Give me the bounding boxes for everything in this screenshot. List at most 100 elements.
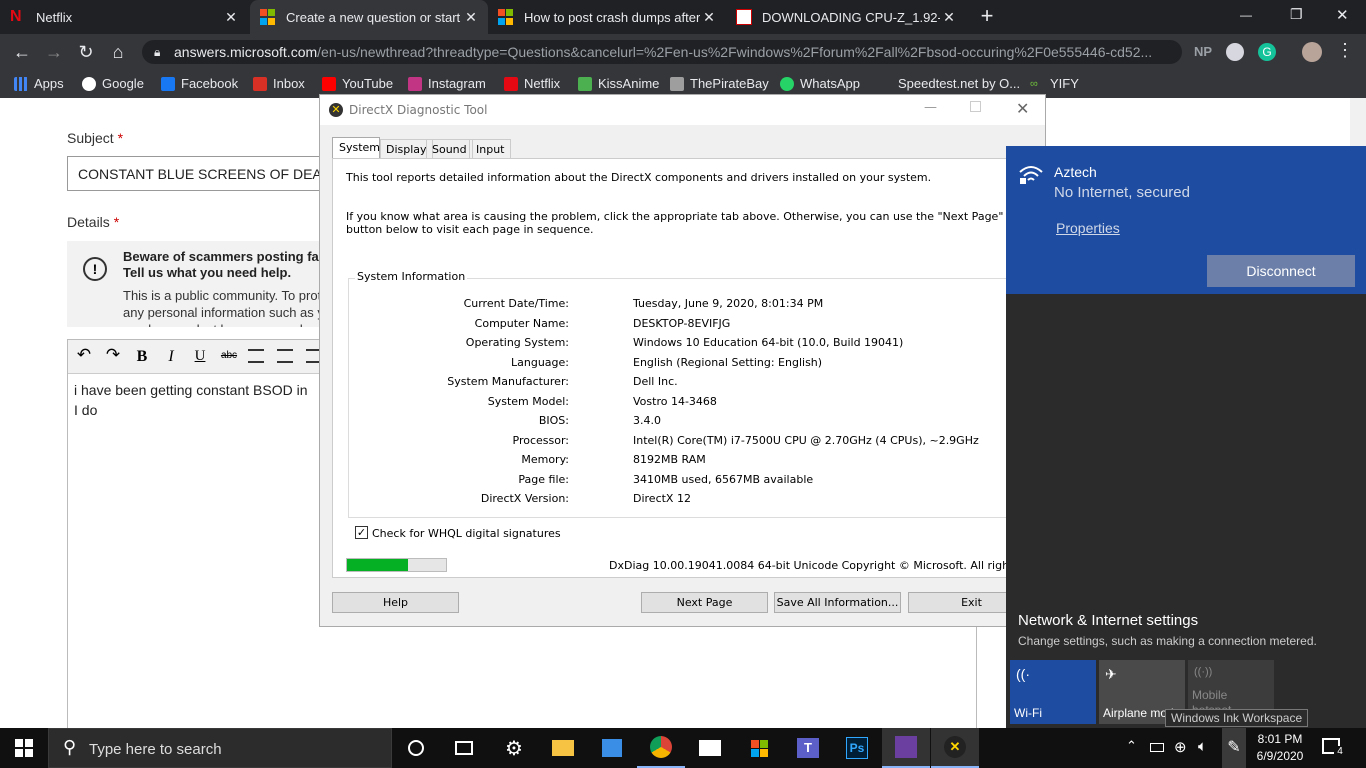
align-left-icon[interactable] — [248, 349, 264, 363]
system-info-value: DirectX 12 — [633, 492, 691, 505]
intro-text: This tool reports detailed information a… — [346, 171, 932, 184]
grammarly-icon[interactable]: G — [1258, 43, 1276, 61]
gmail-icon — [253, 76, 267, 91]
teams-icon[interactable]: T — [784, 728, 832, 768]
tab-cpu-z[interactable]: DOWNLOADING CPU-Z_1.92-EN ✕ — [726, 0, 966, 34]
bookmark-kissanime[interactable]: KissAnime — [578, 76, 659, 91]
clock[interactable]: 8:01 PM 6/9/2020 — [1252, 731, 1308, 765]
pen-workspace-icon[interactable]: ✎ — [1222, 728, 1246, 768]
restore-button[interactable]: ❐ — [1290, 6, 1303, 23]
whql-label: Check for WHQL digital signatures — [372, 527, 561, 540]
bookmark-instagram[interactable]: Instagram — [408, 76, 486, 91]
quick-action-wifi[interactable]: ((· Wi-Fi — [1010, 660, 1096, 724]
close-tab-icon[interactable]: ✕ — [222, 9, 240, 26]
forward-arrow-icon[interactable]: → — [42, 40, 66, 64]
bookmark-thepiratebay[interactable]: ThePirateBay — [670, 76, 769, 91]
cpuid-icon — [736, 9, 752, 25]
cpu-z-icon[interactable] — [882, 728, 930, 768]
system-info-row: System Model: Vostro 14-3468 — [349, 395, 949, 411]
start-button[interactable] — [0, 728, 48, 768]
warning-title: Beware of scammers posting fake support … — [123, 249, 327, 280]
maximize-button[interactable] — [970, 101, 981, 112]
tab-create-question[interactable]: Create a new question or start a d ✕ — [250, 0, 488, 34]
info-icon: ! — [83, 257, 107, 281]
tab-crash-dumps[interactable]: How to post crash dumps after B ✕ — [488, 0, 726, 34]
new-tab-button[interactable]: + — [976, 5, 998, 29]
task-view-icon[interactable] — [440, 728, 488, 768]
home-icon[interactable]: ⌂ — [106, 40, 130, 64]
control-panel-icon[interactable] — [588, 728, 636, 768]
bookmark-label: YIFY — [1050, 76, 1079, 91]
settings-gear-icon[interactable]: ⚙ — [490, 728, 538, 768]
cortana-icon[interactable] — [392, 728, 440, 768]
globe-icon[interactable]: ⊕ — [1174, 738, 1187, 756]
whql-checkbox[interactable]: ✓ — [355, 526, 368, 539]
microsoft-icon — [498, 9, 514, 25]
bold-button[interactable]: B — [130, 348, 154, 366]
italic-button[interactable]: I — [159, 348, 183, 366]
bookmark-apps[interactable]: Apps — [14, 76, 64, 91]
tab-system[interactable]: System — [332, 137, 380, 159]
directx-icon[interactable]: ✕ — [931, 728, 979, 768]
menu-kebab-icon[interactable]: ⋮ — [1336, 40, 1354, 61]
back-arrow-icon[interactable]: ← — [10, 40, 34, 64]
avatar[interactable] — [1302, 42, 1322, 62]
battery-icon[interactable] — [1150, 743, 1164, 752]
bookmark-facebook[interactable]: Facebook — [161, 76, 238, 91]
disconnect-button[interactable]: Disconnect — [1207, 255, 1355, 287]
close-window-button[interactable]: ✕ — [1336, 6, 1349, 24]
bookmark-netflix[interactable]: Netflix — [504, 76, 560, 91]
tab-netflix[interactable]: N Netflix ✕ — [0, 0, 248, 34]
tab-sound[interactable]: Sound — [426, 139, 473, 159]
youtube-icon — [322, 76, 336, 91]
properties-link[interactable]: Properties — [1056, 220, 1120, 236]
bookmark-youtube[interactable]: YouTube — [322, 76, 393, 91]
chrome-icon[interactable] — [637, 728, 685, 768]
photoshop-icon[interactable]: Ps — [833, 728, 881, 768]
chevron-up-icon[interactable]: ⌃ — [1126, 738, 1137, 754]
tab-input[interactable]: Input — [469, 139, 512, 159]
editor-line: I do — [74, 402, 98, 418]
close-tab-icon[interactable]: ✕ — [462, 9, 480, 26]
extension-np[interactable]: NP — [1194, 44, 1212, 59]
taskbar-search-box[interactable]: ⚲ Type here to search — [48, 728, 392, 768]
network-flyout: Aztech No Internet, secured Properties D… — [1006, 146, 1366, 728]
minimize-button[interactable]: — — [924, 100, 937, 115]
file-explorer-icon[interactable] — [539, 728, 587, 768]
bookmark-google[interactable]: Google — [82, 76, 144, 91]
bookmark-speedtest[interactable]: Speedtest.net by O... — [878, 76, 1020, 91]
bookmark-whatsapp[interactable]: WhatsApp — [780, 76, 860, 91]
tab-display[interactable]: Display — [380, 139, 433, 159]
dxdiag-titlebar[interactable]: ✕ DirectX Diagnostic Tool — ✕ — [320, 95, 1045, 125]
speedtest-icon — [878, 76, 892, 91]
bookmark-inbox[interactable]: Inbox — [253, 76, 305, 91]
next-page-button[interactable]: Next Page — [641, 592, 768, 613]
close-tab-icon[interactable]: ✕ — [700, 9, 718, 26]
strikethrough-button[interactable]: abc — [217, 350, 241, 361]
undo-icon[interactable]: ↶ — [72, 345, 96, 369]
tab-title: DOWNLOADING CPU-Z_1.92-EN — [762, 9, 940, 25]
network-settings-link[interactable]: Network & Internet settings — [1018, 612, 1198, 629]
instagram-icon — [408, 76, 422, 91]
help-button[interactable]: Help — [332, 592, 459, 613]
close-tab-icon[interactable]: ✕ — [940, 9, 958, 26]
reload-icon[interactable]: ↻ — [74, 40, 98, 64]
minimize-button[interactable]: — — [1240, 8, 1252, 22]
save-all-information-button[interactable]: Save All Information... — [774, 592, 901, 613]
system-info-row: System Manufacturer: Dell Inc. — [349, 375, 949, 391]
bookmark-yify[interactable]: ∞ YIFY — [1030, 76, 1079, 91]
underline-button[interactable]: U — [188, 348, 212, 365]
action-center-button[interactable]: 4 — [1322, 738, 1346, 758]
align-center-icon[interactable] — [277, 349, 293, 363]
volume-icon[interactable]: 🔈︎ — [1198, 738, 1207, 755]
connected-network-panel[interactable]: Aztech No Internet, secured Properties D… — [1006, 146, 1366, 294]
system-info-row: Processor: Intel(R) Core(TM) i7-7500U CPU… — [349, 434, 979, 450]
redo-icon[interactable]: ↷ — [101, 345, 125, 369]
subject-field[interactable]: CONSTANT BLUE SCREENS OF DEATH — [67, 156, 327, 191]
close-button[interactable]: ✕ — [1016, 99, 1029, 118]
microsoft-store-icon[interactable] — [735, 728, 783, 768]
extension-icon[interactable] — [1226, 43, 1244, 61]
mail-icon[interactable] — [686, 728, 734, 768]
address-bar[interactable]: 🔒︎ answers.microsoft.com/en-us/newthread… — [142, 40, 1182, 64]
editor-content[interactable]: i have been getting constant BSOD in I d… — [74, 380, 307, 420]
